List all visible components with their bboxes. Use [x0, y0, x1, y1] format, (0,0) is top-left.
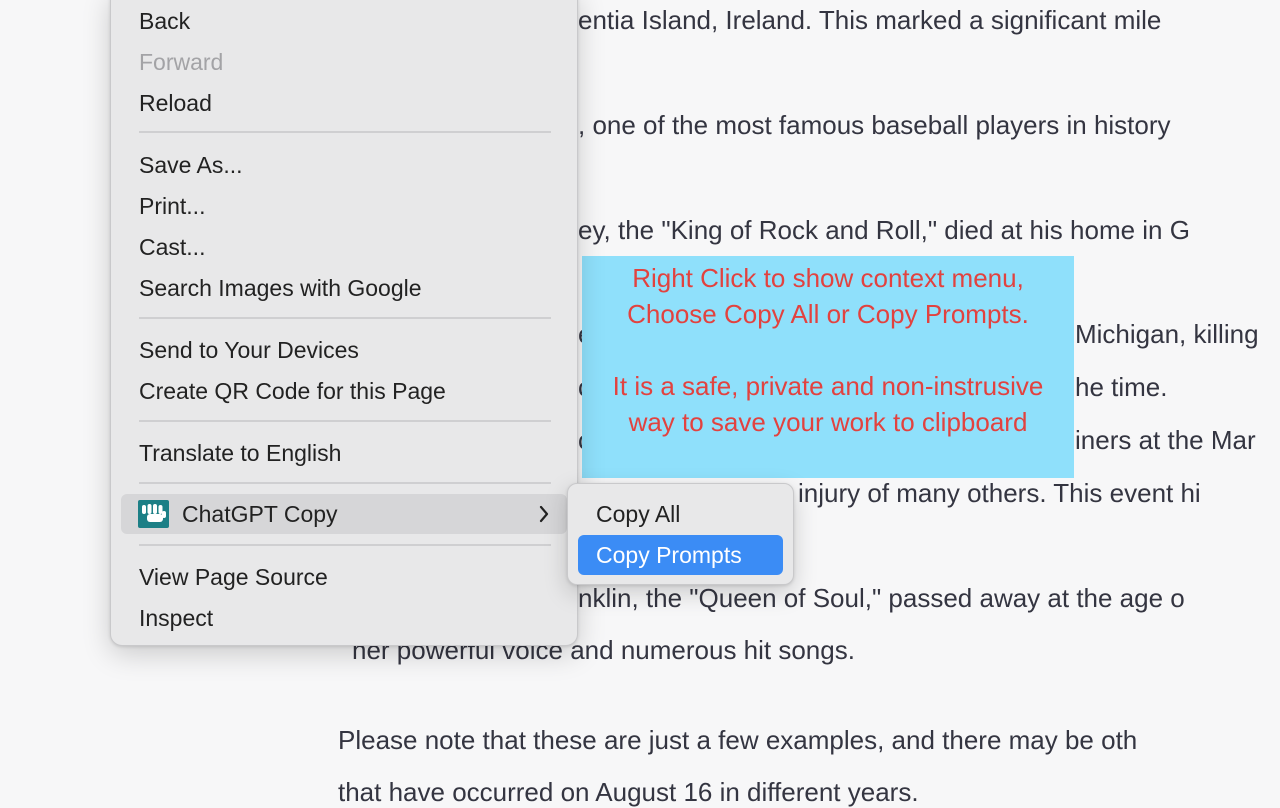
menu-divider [139, 317, 551, 319]
instruction-line: It is a safe, private and non-instrusive [582, 368, 1074, 404]
article-line: , one of the most famous baseball player… [578, 109, 1171, 141]
article-line: injury of many others. This event hi [798, 477, 1201, 509]
menu-item-cast[interactable]: Cast... [121, 227, 567, 267]
instruction-line: Right Click to show context menu, [582, 260, 1074, 296]
article-line: ey, the "King of Rock and Roll," died at… [578, 214, 1190, 246]
article-line: he time. [1075, 371, 1168, 403]
article-line: that have occurred on August 16 in diffe… [338, 776, 919, 808]
article-line: entia Island, Ireland. This marked a sig… [578, 4, 1161, 36]
article-line: Michigan, killing [1075, 318, 1259, 350]
instruction-overlay: Right Click to show context menu, Choose… [582, 256, 1074, 478]
menu-divider [139, 544, 551, 546]
article-line: Please note that these are just a few ex… [338, 724, 1137, 756]
menu-item-search-images[interactable]: Search Images with Google [121, 268, 567, 308]
instruction-line: way to save your work to clipboard [582, 404, 1074, 440]
submenu-item-copy-prompts[interactable]: Copy Prompts [578, 535, 783, 575]
chatgpt-copy-extension-icon [138, 500, 169, 528]
article-line: iners at the Mar [1075, 424, 1256, 456]
menu-item-save-as[interactable]: Save As... [121, 145, 567, 185]
article-line: nklin, the "Queen of Soul," passed away … [578, 582, 1185, 614]
menu-divider [139, 482, 551, 484]
menu-divider [139, 420, 551, 422]
menu-item-print[interactable]: Print... [121, 186, 567, 226]
context-menu: Back Forward Reload Save As... Print... … [110, 0, 578, 646]
menu-item-view-page-source[interactable]: View Page Source [121, 557, 567, 597]
menu-item-forward: Forward [121, 42, 567, 82]
menu-item-inspect[interactable]: Inspect [121, 598, 567, 638]
instruction-line: Choose Copy All or Copy Prompts. [582, 296, 1074, 332]
chatgpt-copy-submenu: Copy All Copy Prompts [567, 483, 794, 585]
submenu-item-copy-all[interactable]: Copy All [578, 494, 783, 534]
menu-divider [139, 131, 551, 133]
menu-item-reload[interactable]: Reload [121, 83, 567, 123]
menu-item-create-qr-code[interactable]: Create QR Code for this Page [121, 371, 567, 411]
menu-item-translate[interactable]: Translate to English [121, 433, 567, 473]
menu-item-chatgpt-copy-label: ChatGPT Copy [182, 494, 338, 534]
menu-item-chatgpt-copy[interactable]: ChatGPT Copy [121, 494, 567, 534]
chevron-right-icon [537, 494, 551, 534]
menu-item-back[interactable]: Back [121, 1, 567, 41]
menu-item-send-to-devices[interactable]: Send to Your Devices [121, 330, 567, 370]
